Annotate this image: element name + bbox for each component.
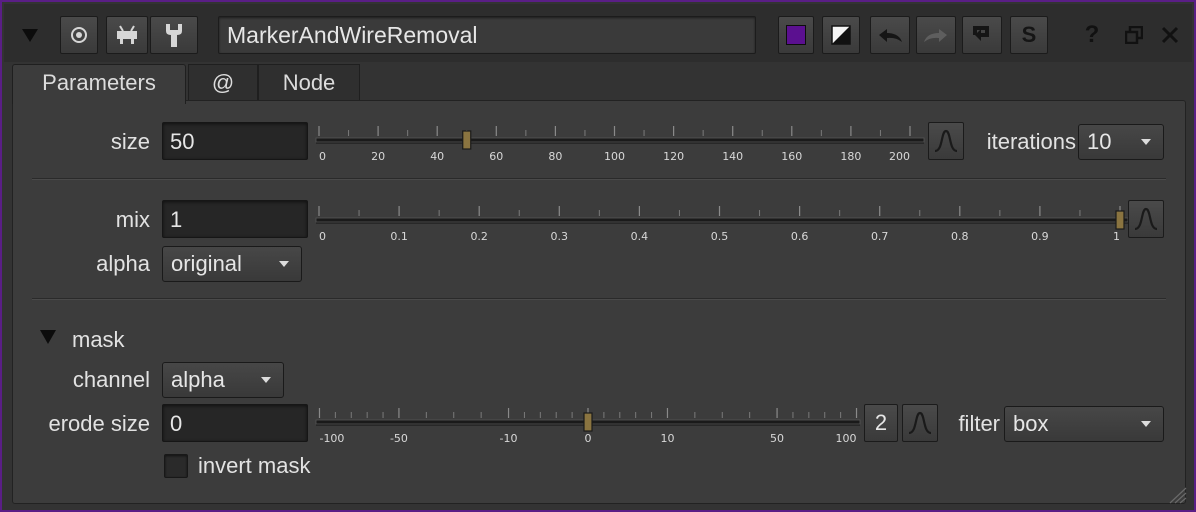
- slider-tick-label: 1: [1113, 230, 1120, 243]
- channel-dropdown[interactable]: alpha: [162, 362, 284, 398]
- invert-mask-checkbox[interactable]: [164, 454, 188, 478]
- node-color-swatch: [786, 25, 806, 45]
- simplify-icon[interactable]: S: [1010, 16, 1048, 54]
- mix-label: mix: [115, 207, 150, 232]
- curve-icon: [908, 411, 932, 435]
- slider-track-bar[interactable]: [315, 217, 1129, 223]
- erode-size-dimensions-button[interactable]: 2: [864, 404, 898, 442]
- collapse-triangle-icon[interactable]: [16, 16, 44, 54]
- tab-at[interactable]: @: [188, 64, 258, 102]
- slider-track[interactable]: -100 -50 -10 0 10 50 100: [314, 400, 862, 450]
- slider-handle[interactable]: [583, 412, 593, 432]
- slider-tick-label: 0.5: [711, 230, 729, 243]
- filter-value: box: [1013, 411, 1049, 436]
- slider-tick-label: 160: [781, 150, 802, 163]
- channel-value: alpha: [171, 367, 225, 392]
- slider-tick-label: 200: [889, 150, 910, 163]
- slider-tick-label: 0.7: [871, 230, 889, 243]
- mix-slider[interactable]: 0 0.1 0.2 0.3 0.4 0.5 0.6 0.7 0.8 0.9 1: [314, 198, 1130, 248]
- separator: [32, 178, 1166, 180]
- slider-tick-label: 0: [319, 150, 326, 163]
- chevron-down-icon: [279, 261, 289, 267]
- slider-tick-label: 40: [430, 150, 444, 163]
- slider-tick-label: 120: [663, 150, 684, 163]
- separator: [32, 298, 1166, 300]
- slider-tick-label: 60: [489, 150, 503, 163]
- curve-icon: [934, 129, 958, 153]
- iterations-value: 10: [1087, 129, 1112, 154]
- size-input[interactable]: 50: [162, 122, 308, 160]
- slider-tick-label: 20: [371, 150, 385, 163]
- slider-tick-label: -50: [390, 432, 408, 445]
- filter-dropdown[interactable]: box: [1004, 406, 1164, 442]
- slider-tick-label: 0.8: [951, 230, 969, 243]
- tab-node[interactable]: Node: [258, 64, 360, 102]
- slider-tick-label: 100: [836, 432, 857, 445]
- alpha-dropdown[interactable]: original: [162, 246, 302, 282]
- slider-tick-label: 0.9: [1031, 230, 1049, 243]
- size-slider[interactable]: 0 20 40 60 80 100 120 140 160 180 200: [314, 118, 926, 168]
- slider-tick-label: -10: [500, 432, 518, 445]
- erode-size-input[interactable]: 0: [162, 404, 308, 442]
- slider-tick-label: 140: [722, 150, 743, 163]
- iterations-dropdown[interactable]: 10: [1078, 124, 1164, 160]
- slider-tick-label: 0.1: [390, 230, 408, 243]
- slider-tick-label: 0.6: [791, 230, 809, 243]
- channel-label: channel: [72, 367, 150, 392]
- slider-track[interactable]: 0 20 40 60 80 100 120 140 160 180 200: [314, 118, 926, 168]
- tab-parameters[interactable]: Parameters: [12, 64, 186, 104]
- size-label: size: [110, 129, 150, 154]
- node-name-field[interactable]: MarkerAndWireRemoval: [218, 16, 756, 54]
- alpha-value: original: [171, 251, 242, 276]
- slider-track[interactable]: 0 0.1 0.2 0.3 0.4 0.5 0.6 0.7 0.8 0.9 1: [314, 198, 1130, 248]
- alpha-label: alpha: [96, 251, 150, 276]
- help-icon[interactable]: ?: [1078, 16, 1106, 54]
- slider-track-bar[interactable]: [315, 137, 925, 143]
- redo-icon[interactable]: [916, 16, 956, 54]
- chevron-down-icon: [261, 377, 271, 383]
- viewer-icon[interactable]: [106, 16, 148, 54]
- filter-label: filter: [958, 411, 1000, 436]
- invert-mask-label[interactable]: invert mask: [198, 448, 310, 484]
- slider-handle[interactable]: [1115, 210, 1125, 230]
- gl-color-icon[interactable]: [822, 16, 860, 54]
- slider-tick-label: 80: [548, 150, 562, 163]
- center-target-icon[interactable]: [60, 16, 98, 54]
- slider-tick-label: 0.4: [631, 230, 649, 243]
- mix-animation-button[interactable]: [1128, 200, 1164, 238]
- curve-icon: [1134, 207, 1158, 231]
- mask-group-collapse-icon[interactable]: [40, 330, 56, 344]
- resize-grip-icon[interactable]: [1166, 484, 1188, 509]
- revert-icon[interactable]: [962, 16, 1002, 54]
- slider-tick-label: -100: [319, 432, 344, 445]
- chevron-down-icon: [1141, 139, 1151, 145]
- slider-tick-label: 180: [840, 150, 861, 163]
- slider-tick-label: 50: [770, 432, 784, 445]
- mask-group-label[interactable]: mask: [72, 322, 125, 358]
- slider-handle[interactable]: [462, 130, 472, 150]
- wrench-icon[interactable]: [150, 16, 198, 54]
- iterations-label: iterations: [986, 129, 1076, 154]
- slider-tick-label: 0.2: [470, 230, 488, 243]
- erode-size-label: erode size: [48, 411, 150, 436]
- undo-icon[interactable]: [870, 16, 910, 54]
- chevron-down-icon: [1141, 421, 1151, 427]
- erode-size-slider[interactable]: -100 -50 -10 0 10 50 100: [314, 400, 862, 450]
- erode-size-animation-button[interactable]: [902, 404, 938, 442]
- node-color-button[interactable]: [778, 16, 814, 54]
- mix-input[interactable]: 1: [162, 200, 308, 238]
- float-window-icon[interactable]: [1120, 16, 1148, 54]
- slider-tick-label: 0: [319, 230, 326, 243]
- title-bar: MarkerAndWireRemoval S ?: [4, 4, 1192, 62]
- slider-tick-label: 100: [604, 150, 625, 163]
- properties-panel: MarkerAndWireRemoval S ? Parameters @ No…: [0, 0, 1196, 512]
- size-animation-button[interactable]: [928, 122, 964, 160]
- slider-tick-label: 10: [660, 432, 674, 445]
- slider-tick-label: 0: [585, 432, 592, 445]
- slider-tick-label: 0.3: [551, 230, 569, 243]
- close-icon[interactable]: [1156, 16, 1184, 54]
